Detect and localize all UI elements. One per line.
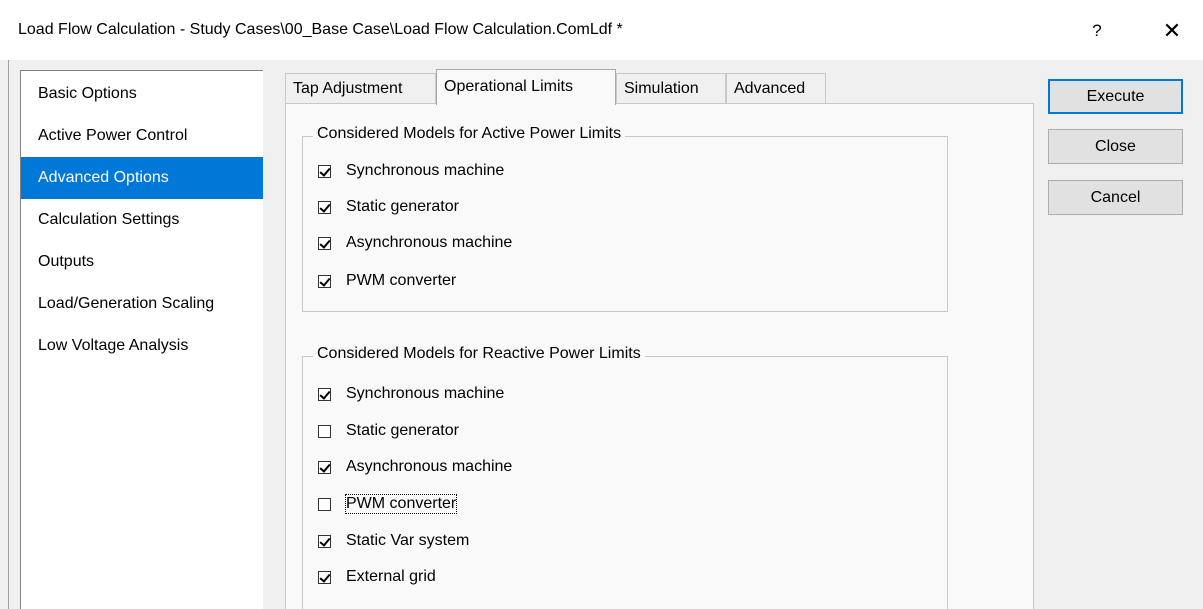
sidebar-item-basic-options[interactable]: Basic Options	[21, 73, 263, 115]
active-pwm-converter-option[interactable]: PWM converter	[318, 269, 456, 293]
help-button[interactable]: ?	[1080, 14, 1114, 48]
active-synchronous-machine-option[interactable]: Synchronous machine	[318, 159, 504, 183]
reactive-external-grid-option[interactable]: External grid	[318, 565, 436, 589]
tab-operational-limits[interactable]: Operational Limits	[436, 69, 616, 105]
checkbox[interactable]	[318, 460, 331, 474]
checkbox[interactable]	[318, 387, 331, 401]
checkbox-label: PWM converter	[344, 494, 458, 514]
tab-tap-adjustment[interactable]: Tap Adjustment	[285, 73, 436, 104]
reactive-synchronous-machine-option[interactable]: Synchronous machine	[318, 382, 504, 406]
reactive-static-generator-option[interactable]: Static generator	[318, 419, 459, 443]
cancel-button[interactable]: Cancel	[1048, 180, 1183, 215]
sidebar-item-load-generation-scaling[interactable]: Load/Generation Scaling	[21, 283, 263, 325]
sidebar-item-low-voltage-analysis[interactable]: Low Voltage Analysis	[21, 325, 263, 367]
checkbox-label: Static Var system	[346, 532, 470, 549]
checkbox[interactable]	[318, 200, 331, 214]
active-asynchronous-machine-option[interactable]: Asynchronous machine	[318, 231, 512, 255]
reactive-pwm-converter-option[interactable]: PWM converter	[318, 492, 458, 516]
sidebar-item-outputs[interactable]: Outputs	[21, 241, 263, 283]
checkbox-label: Static generator	[346, 422, 459, 439]
checkbox-label: External grid	[346, 568, 436, 585]
checkbox[interactable]	[318, 497, 331, 511]
checkbox-label: Synchronous machine	[346, 385, 505, 402]
checkbox[interactable]	[318, 534, 331, 548]
checkbox[interactable]	[318, 424, 331, 438]
title-bar: Load Flow Calculation - Study Cases\00_B…	[0, 0, 1203, 60]
checkbox[interactable]	[318, 274, 331, 288]
window-title: Load Flow Calculation - Study Cases\00_B…	[18, 21, 623, 38]
reactive-static-var-system-option[interactable]: Static Var system	[318, 529, 469, 553]
checkbox-label: Asynchronous machine	[346, 234, 513, 251]
checkbox-label: Static generator	[346, 198, 459, 215]
execute-button[interactable]: Execute	[1048, 79, 1183, 114]
close-button[interactable]: Close	[1048, 129, 1183, 164]
tab-advanced[interactable]: Advanced	[726, 73, 826, 104]
checkbox-label: Asynchronous machine	[346, 458, 513, 475]
reactive-limits-title: Considered Models for Reactive Power Lim…	[313, 345, 645, 363]
sidebar-item-advanced-options[interactable]: Advanced Options	[21, 157, 263, 199]
checkbox-label: PWM converter	[346, 272, 457, 289]
checkbox[interactable]	[318, 570, 331, 584]
close-window-button[interactable]: ✕	[1155, 14, 1189, 48]
reactive-asynchronous-machine-option[interactable]: Asynchronous machine	[318, 455, 512, 479]
sidebar-item-calculation-settings[interactable]: Calculation Settings	[21, 199, 263, 241]
window-left-edge	[8, 60, 9, 609]
checkbox[interactable]	[318, 236, 331, 250]
checkbox[interactable]	[318, 164, 331, 178]
active-static-generator-option[interactable]: Static generator	[318, 195, 459, 219]
checkbox-label: Synchronous machine	[346, 162, 505, 179]
tab-simulation[interactable]: Simulation	[616, 73, 726, 104]
active-limits-title: Considered Models for Active Power Limit…	[313, 125, 626, 143]
sidebar-item-active-power-control[interactable]: Active Power Control	[21, 115, 263, 157]
options-sidebar: Basic Options Active Power Control Advan…	[20, 70, 263, 609]
